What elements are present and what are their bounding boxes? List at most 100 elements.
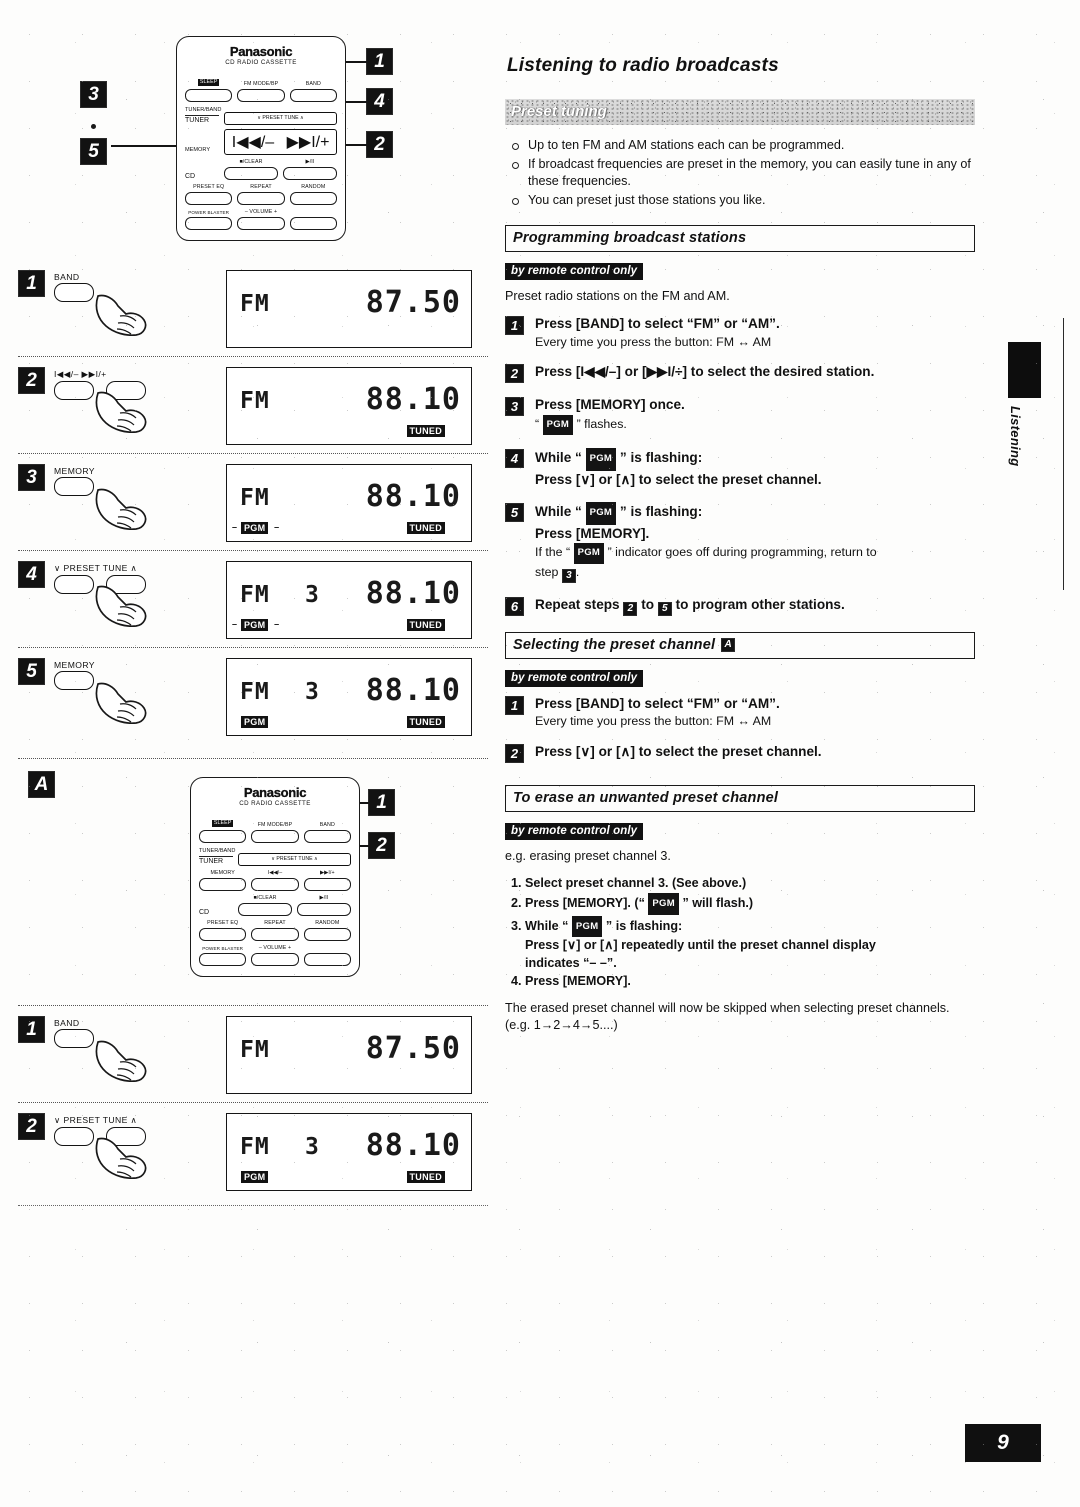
step-badge: 2 — [505, 364, 524, 383]
list-item: If broadcast frequencies are preset in t… — [505, 156, 975, 191]
remote-row-memory: MEMORY I◀◀/– ▶▶I/+ — [185, 129, 337, 155]
callout-badge-2: 2 — [366, 131, 393, 158]
step-text: Repeat steps 2 to 5 to program other sta… — [535, 596, 845, 616]
remote-key-preset-eq[interactable]: PRESET EQ — [199, 920, 247, 941]
step-badge: 1 — [505, 695, 524, 715]
list-item: Select preset channel 3. (See above.) — [525, 875, 975, 893]
section-heading-selecting: Selecting the preset channel A — [505, 631, 975, 659]
remote-key-skip-back[interactable]: I◀◀/– — [251, 870, 299, 891]
callout-badge-1: 1 — [366, 48, 393, 75]
panel-button-area: I◀◀/– ▶▶I/+ — [48, 367, 226, 434]
panel-button-area: MEMORY — [48, 658, 226, 725]
remote-key-volume-up[interactable] — [303, 945, 351, 966]
remote-key-preset-eq[interactable]: PRESET EQ — [185, 184, 233, 205]
pointing-hand-icon — [95, 682, 147, 725]
step-2: 2 Press [I◀◀/–] or [▶▶I/÷] to select the… — [505, 363, 975, 383]
remote-key-volume[interactable]: – VOLUME + — [251, 945, 299, 966]
lcd-frequency: 87.50 — [365, 1031, 461, 1066]
programming-illustration-panels: 1 BAND FM 87.50 2 I◀◀/– ▶▶I/+ FM 88.10 TUNED 3 MEM… — [18, 260, 488, 744]
panel-button-label: BAND — [54, 272, 80, 282]
illustration-button-left[interactable] — [54, 381, 94, 400]
remote-brand: Panasonic — [243, 785, 307, 800]
remote-key-repeat[interactable]: REPEAT — [251, 920, 299, 941]
remote-label-memory: MEMORY — [185, 147, 211, 153]
remote-key-volume[interactable]: – VOLUME + — [237, 209, 285, 230]
illustration-button-left[interactable] — [54, 1127, 94, 1146]
remote-key-band[interactable]: BAND — [289, 81, 337, 102]
illustration-button[interactable] — [54, 671, 94, 690]
callout-a-badge-2: 2 — [368, 832, 395, 859]
lcd-channel: 3 — [305, 679, 319, 705]
step-5: 5 While “ PGM ” is flashing: Press [MEMO… — [505, 502, 975, 583]
lcd-tuned-indicator: TUNED — [406, 425, 445, 437]
remote-key-fm-mode[interactable]: FM MODE/BP — [251, 822, 299, 843]
illustration-button[interactable] — [54, 477, 94, 496]
erase-lead: e.g. erasing preset channel 3. — [505, 848, 671, 863]
lcd-band: FM — [240, 1037, 270, 1063]
lcd-pgm-indicator: PGM — [232, 522, 280, 534]
erase-steps: Select preset channel 3. (See above.) Pr… — [505, 875, 975, 991]
panel-button-label: I◀◀/– ▶▶I/+ — [54, 369, 107, 379]
remote-group-preset-tune[interactable]: ∨ PRESET TUNE ∧ — [238, 853, 351, 866]
lcd-band: FM — [240, 1134, 270, 1160]
remote-key-random[interactable]: RANDOM — [289, 184, 337, 205]
panel-bottom-divider — [18, 1205, 488, 1206]
pointing-hand-icon — [95, 391, 147, 434]
lcd-frequency: 88.10 — [365, 673, 461, 708]
remote-key-memory[interactable]: MEMORY — [199, 870, 247, 891]
step-text: Press [BAND] to select “FM” or “AM”. — [535, 316, 780, 331]
remote-key-stop-clear[interactable]: ■/CLEAR — [224, 159, 278, 180]
manual-page: 3 5 1 4 2 Panasonic CD RADIO CASSETTE SL… — [0, 0, 1080, 1507]
remote-key-sleep[interactable]: SLEEP — [199, 811, 247, 843]
remote-key-power-blaster[interactable]: POWER BLASTER — [185, 209, 233, 230]
remote-key-volume-up[interactable] — [289, 209, 337, 230]
remote-only-badge: by remote control only — [505, 822, 644, 840]
lcd-display: FM 3 88.10 PGM TUNED — [226, 658, 472, 736]
step-badge: 6 — [505, 596, 524, 616]
panel-step-badge: 2 — [18, 1113, 48, 1140]
inline-step-badge: 3 — [561, 568, 576, 583]
remote-key-stop-clear[interactable]: ■/CLEAR — [238, 895, 292, 916]
remote-key-band[interactable]: BAND — [303, 822, 351, 843]
illustration-button[interactable] — [54, 283, 94, 302]
lcd-frequency: 88.10 — [365, 479, 461, 514]
section-a-inline-badge: A — [721, 637, 736, 652]
remote-key-fm-mode[interactable]: FM MODE/BP — [237, 81, 285, 102]
remote-key-sleep[interactable]: SLEEP — [185, 70, 233, 102]
lcd-tuned-indicator: TUNED — [406, 1171, 445, 1183]
preset-tuning-bullets: Up to ten FM and AM stations each can be… — [505, 137, 975, 209]
pointing-hand — [90, 290, 152, 343]
step-subtext: If the “ PGM ” indicator goes off during… — [535, 543, 877, 583]
panel-button-label: MEMORY — [54, 660, 95, 670]
remote-key-repeat[interactable]: REPEAT — [237, 184, 285, 205]
lcd-display: FM 3 88.10 PGM TUNED — [226, 561, 472, 639]
remote-key-power-blaster[interactable]: POWER BLASTER — [199, 945, 247, 966]
remote-diagram-selecting: A 1 2 Panasonic CD RADIO CASSETTE SLEEP — [18, 758, 488, 1005]
remote-key-skip-fwd[interactable]: ▶▶I/+ — [303, 870, 351, 891]
remote-row-memory: MEMORY I◀◀/– ▶▶I/+ — [199, 870, 351, 891]
step-1: 1 Press [BAND] to select “FM” or “AM”. E… — [505, 315, 975, 350]
remote-key-random[interactable]: RANDOM — [303, 920, 351, 941]
programming-lead: Preset radio stations on the FM and AM. — [505, 289, 730, 303]
remote-key-play-pause[interactable]: ▶/II — [297, 895, 351, 916]
step-badge: 3 — [505, 397, 524, 416]
illustration-button-left[interactable] — [54, 575, 94, 594]
lcd-band: FM — [240, 388, 270, 414]
step-badge: 5 — [505, 503, 524, 522]
remote-label-tuner-band: TUNER/BAND TUNER — [185, 107, 222, 124]
illustration-panel: 5 MEMORY FM 3 88.10 PGM TUNED — [18, 647, 488, 744]
illustration-panel: 3 MEMORY FM 88.10 PGM TUNED — [18, 453, 488, 550]
illustration-button[interactable] — [54, 1029, 94, 1048]
step-text: Press [I◀◀/–] or [▶▶I/÷] to select the d… — [535, 364, 875, 379]
remote-group-skip[interactable]: I◀◀/– ▶▶I/+ — [224, 129, 337, 155]
remote-row-volume: POWER BLASTER – VOLUME + — [199, 945, 351, 966]
panel-button-label: MEMORY — [54, 466, 95, 476]
erase-tail: The erased preset channel will now be sk… — [505, 1000, 950, 1032]
step-badge: 4 — [505, 449, 524, 468]
remote-only-badge: by remote control only — [505, 669, 644, 687]
step-6: 6 Repeat steps 2 to 5 to program other s… — [505, 596, 975, 616]
lcd-band: FM — [240, 291, 270, 317]
remote-key-play-pause[interactable]: ▶/II — [283, 159, 337, 180]
remote-group-preset-tune[interactable]: ∨ PRESET TUNE ∧ — [224, 112, 337, 125]
remote-only-badge: by remote control only — [505, 263, 644, 280]
